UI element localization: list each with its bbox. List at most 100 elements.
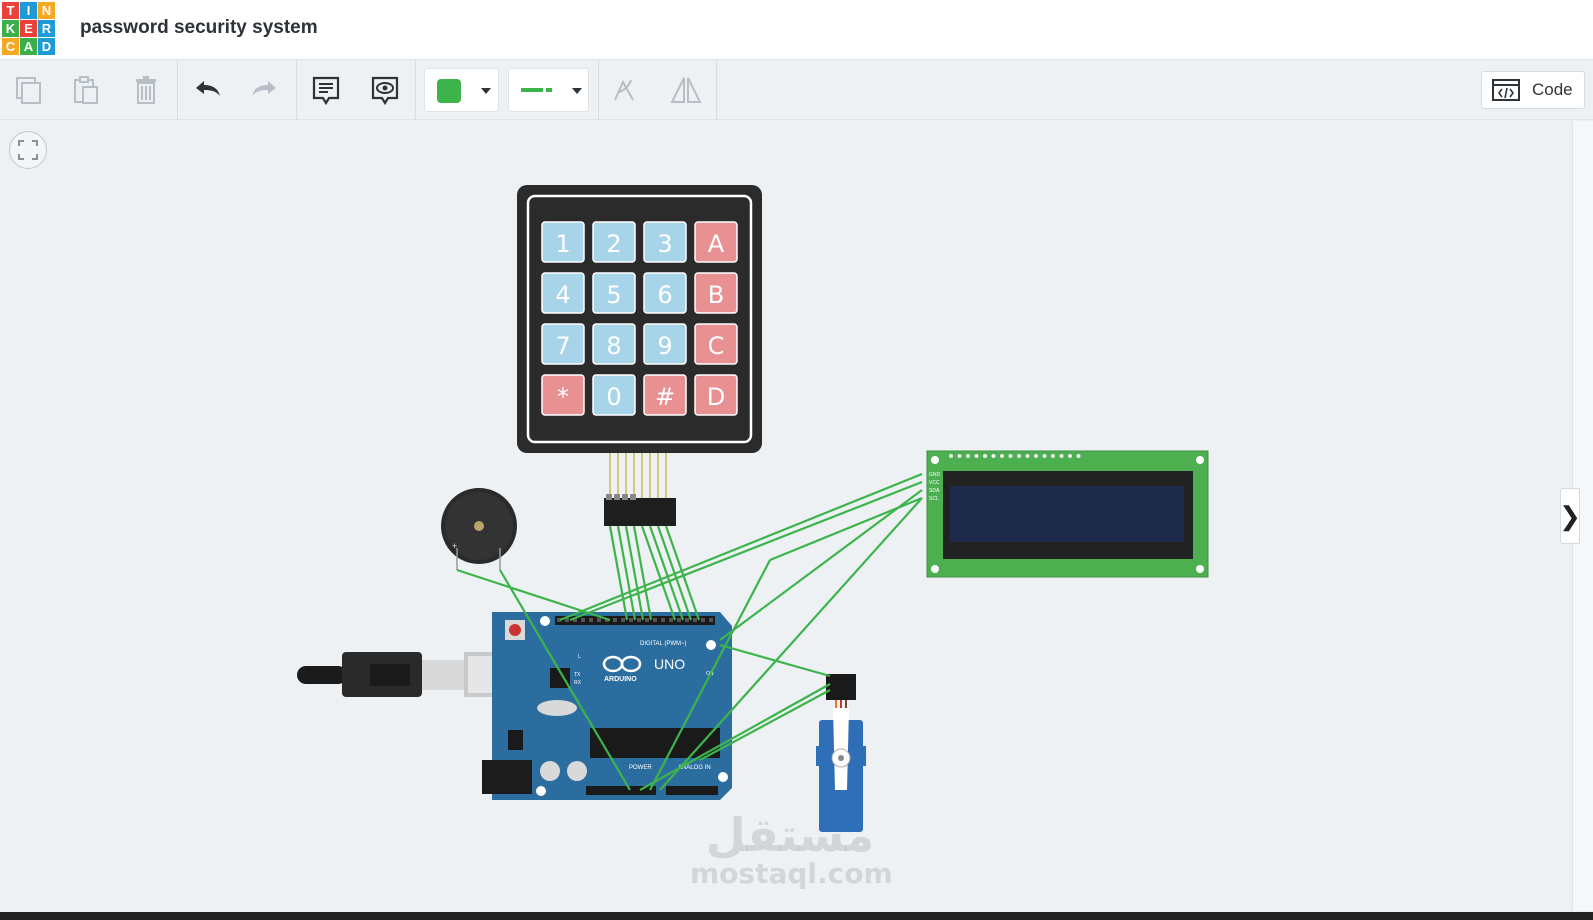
color-swatch <box>437 79 461 103</box>
lcd-header-pin <box>1051 454 1055 458</box>
delete-icon[interactable] <box>126 70 166 110</box>
code-icon <box>1492 79 1520 101</box>
lcd-header-pin <box>1025 454 1030 458</box>
keypad-key-label: B <box>708 281 724 309</box>
code-button[interactable]: Code <box>1481 71 1585 109</box>
lcd-header-pin <box>991 454 996 458</box>
keypad-key[interactable]: B <box>694 272 738 314</box>
flip-icon[interactable] <box>666 70 706 110</box>
arduino-header-pin <box>693 618 697 622</box>
keypad-key[interactable]: 5 <box>592 272 636 314</box>
keypad-key[interactable]: 8 <box>592 323 636 365</box>
fit-view-button[interactable] <box>9 131 47 169</box>
color-dropdown[interactable] <box>424 68 499 112</box>
keypad-key[interactable]: 3 <box>643 221 687 263</box>
logo-letter: R <box>38 20 55 37</box>
logo-letter: N <box>38 2 55 19</box>
notes-icon[interactable] <box>306 70 346 110</box>
arduino-header-pin <box>613 618 617 622</box>
logo-letter: C <box>2 38 19 55</box>
lcd-header-pin <box>1034 454 1038 458</box>
logo-letter: K <box>2 20 19 37</box>
arduino-header-pin <box>597 618 601 622</box>
view-notes-icon[interactable] <box>365 70 405 110</box>
chevron-right-icon: ❯ <box>1559 500 1581 531</box>
keypad-key[interactable]: D <box>694 374 738 416</box>
arduino-model-label: UNO <box>654 656 685 672</box>
arduino-rx-label: RX <box>574 680 582 686</box>
keypad-key-label: 0 <box>606 383 621 411</box>
paste-icon[interactable] <box>66 70 106 110</box>
lcd-header-pin <box>966 454 970 458</box>
lcd-header-pin <box>1059 454 1064 458</box>
keypad-key[interactable]: A <box>694 221 738 263</box>
micro-servo[interactable] <box>816 674 866 832</box>
arduino-header-pin <box>709 618 713 622</box>
logo-letter: E <box>20 20 37 37</box>
keypad-key-label: 5 <box>606 281 621 309</box>
wire[interactable] <box>616 525 637 621</box>
keypad-key[interactable]: 2 <box>592 221 636 263</box>
keypad-key-label: 2 <box>606 230 621 258</box>
usb-cable[interactable] <box>297 652 526 697</box>
undo-icon[interactable] <box>188 70 228 110</box>
keypad-key[interactable]: 6 <box>643 272 687 314</box>
copy-icon[interactable] <box>8 70 48 110</box>
lcd-header-pin <box>1017 454 1021 458</box>
piezo-buzzer[interactable]: + <box>441 488 517 570</box>
wire[interactable] <box>719 643 831 678</box>
arduino-header-pin <box>661 618 665 622</box>
lcd-header-pin <box>957 454 962 458</box>
keypad-key[interactable]: 9 <box>643 323 687 365</box>
arduino-header-pin <box>629 618 633 622</box>
chevron-down-icon <box>572 88 582 94</box>
keypad-key-label: A <box>708 230 725 258</box>
lcd-header-pin <box>1042 454 1047 458</box>
keypad-key-label: 4 <box>555 281 570 309</box>
rotate-icon[interactable] <box>605 70 645 110</box>
wire[interactable] <box>719 489 923 641</box>
keypad-key-label: 8 <box>606 332 621 360</box>
keypad-key-label: # <box>655 383 675 411</box>
logo-letter: D <box>38 38 55 55</box>
tinkercad-logo[interactable]: TIN KER CAD <box>2 2 55 55</box>
chevron-down-icon <box>481 88 491 94</box>
keypad-ribbon-cable <box>604 453 676 526</box>
lcd-pin-gnd: GND <box>929 472 941 478</box>
wire[interactable] <box>608 525 629 621</box>
lcd-header-pin <box>1068 454 1072 458</box>
lcd-header-pin <box>974 454 979 458</box>
arduino-header-pin <box>669 618 673 622</box>
lcd-header-pin <box>1076 454 1081 458</box>
keypad-key[interactable]: * <box>541 374 585 416</box>
keypad-key-label: 7 <box>555 332 570 360</box>
project-title[interactable]: password security system <box>80 17 318 39</box>
keypad-key[interactable]: C <box>694 323 738 365</box>
keypad-key[interactable]: 0 <box>592 374 636 416</box>
line-style-dropdown[interactable] <box>508 68 589 112</box>
arduino-l-label: L <box>578 654 581 660</box>
keypad-key-label: 1 <box>555 230 570 258</box>
lcd-header-pin <box>1000 454 1004 458</box>
lcd-16x2-i2c[interactable]: GND VCC SDA SCL <box>926 450 1209 578</box>
lcd-header-pin <box>1008 454 1013 458</box>
keypad-key[interactable]: 1 <box>541 221 585 263</box>
code-button-label: Code <box>1532 80 1573 99</box>
keypad-key-label: D <box>707 383 725 411</box>
keypad-4x4[interactable]: 1 2 3 A 4 5 6 B 7 8 9 C * 0 # D <box>517 185 762 526</box>
circuit-canvas[interactable]: 1 2 3 A 4 5 6 B 7 8 9 C * 0 # D + GND VCC <box>0 121 1572 911</box>
wire[interactable] <box>769 496 923 562</box>
keypad-key[interactable]: 4 <box>541 272 585 314</box>
arduino-header-pin <box>621 618 625 622</box>
arduino-header-pin <box>685 618 689 622</box>
keypad-key[interactable]: # <box>643 374 687 416</box>
redo-icon[interactable] <box>244 70 284 110</box>
logo-letter: T <box>2 2 19 19</box>
arduino-header-pin <box>701 618 705 622</box>
expand-panel-button[interactable]: ❯ <box>1559 488 1581 544</box>
wire[interactable] <box>624 525 645 621</box>
keypad-key[interactable]: 7 <box>541 323 585 365</box>
bottom-edge <box>0 912 1593 920</box>
wire[interactable] <box>632 525 653 621</box>
keypad-key-label: C <box>708 332 725 360</box>
